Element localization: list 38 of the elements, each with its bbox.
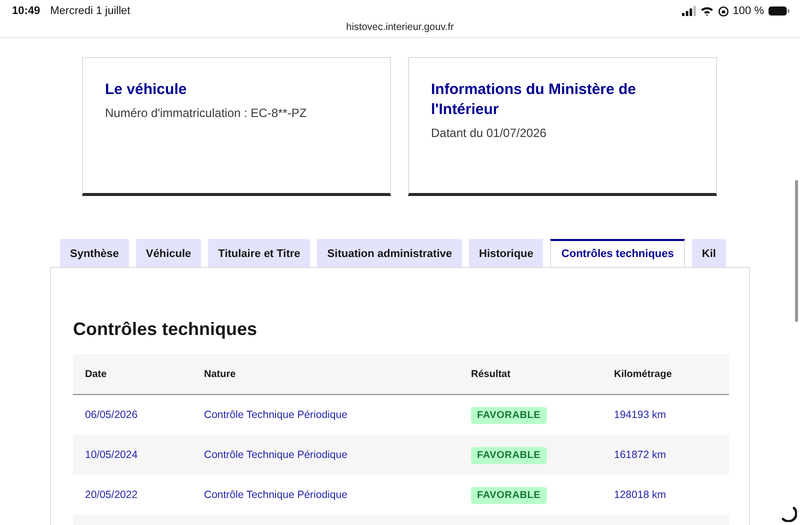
section-title: Contrôles techniques xyxy=(73,318,258,340)
nature-link[interactable]: Contrôle Technique Périodique xyxy=(204,489,348,501)
nature-link[interactable]: Contrôle Technique Périodique xyxy=(204,449,348,461)
status-badge: FAVORABLE xyxy=(471,446,547,464)
column-header: Date xyxy=(85,368,108,380)
date-link[interactable]: 20/05/2022 xyxy=(85,489,138,501)
tab[interactable]: Synthèse xyxy=(60,239,129,267)
status-badge: FAVORABLE xyxy=(471,486,547,504)
time: 10:49 xyxy=(12,5,40,17)
tab[interactable]: Historique xyxy=(469,239,544,267)
battery-level: 100 % xyxy=(732,5,764,17)
address-bar[interactable]: histovec.interieur.gouv.fr xyxy=(346,22,454,33)
date: Mercredi 1 juillet xyxy=(50,5,130,17)
tab[interactable]: Contrôles techniques xyxy=(550,239,685,267)
date-link[interactable]: 10/05/2024 xyxy=(85,449,138,461)
column-header: Kilométrage xyxy=(614,368,673,380)
date-link[interactable]: 06/05/2026 xyxy=(85,409,138,421)
rotation-lock-icon xyxy=(718,6,729,16)
wifi-icon xyxy=(700,6,714,16)
mileage-link[interactable]: 161872 km xyxy=(614,449,666,461)
mileage-link[interactable]: 194193 km xyxy=(614,409,666,421)
signal-icon xyxy=(682,6,696,16)
status-badge: FAVORABLE xyxy=(471,406,547,424)
scrollbar[interactable] xyxy=(795,180,798,322)
tab[interactable]: Titulaire et Titre xyxy=(208,239,310,267)
mileage-link[interactable]: 128018 km xyxy=(614,489,666,501)
battery-icon xyxy=(768,6,790,16)
card-text: Datant du 01/07/2026 xyxy=(431,126,548,140)
card-title: Informations du Ministère de l'Intérieur xyxy=(431,80,638,120)
tab[interactable]: Véhicule xyxy=(136,239,202,267)
tab[interactable]: Kil xyxy=(692,239,726,267)
card-title: Le véhicule xyxy=(105,80,188,100)
nature-link[interactable]: Contrôle Technique Périodique xyxy=(204,409,348,421)
column-header: Résultat xyxy=(471,368,512,380)
spinner-icon xyxy=(781,506,797,522)
column-header: Nature xyxy=(204,368,237,380)
tab[interactable]: Situation administrative xyxy=(317,239,462,267)
card-text: Numéro d'immatriculation : EC-8**-PZ xyxy=(105,106,308,120)
